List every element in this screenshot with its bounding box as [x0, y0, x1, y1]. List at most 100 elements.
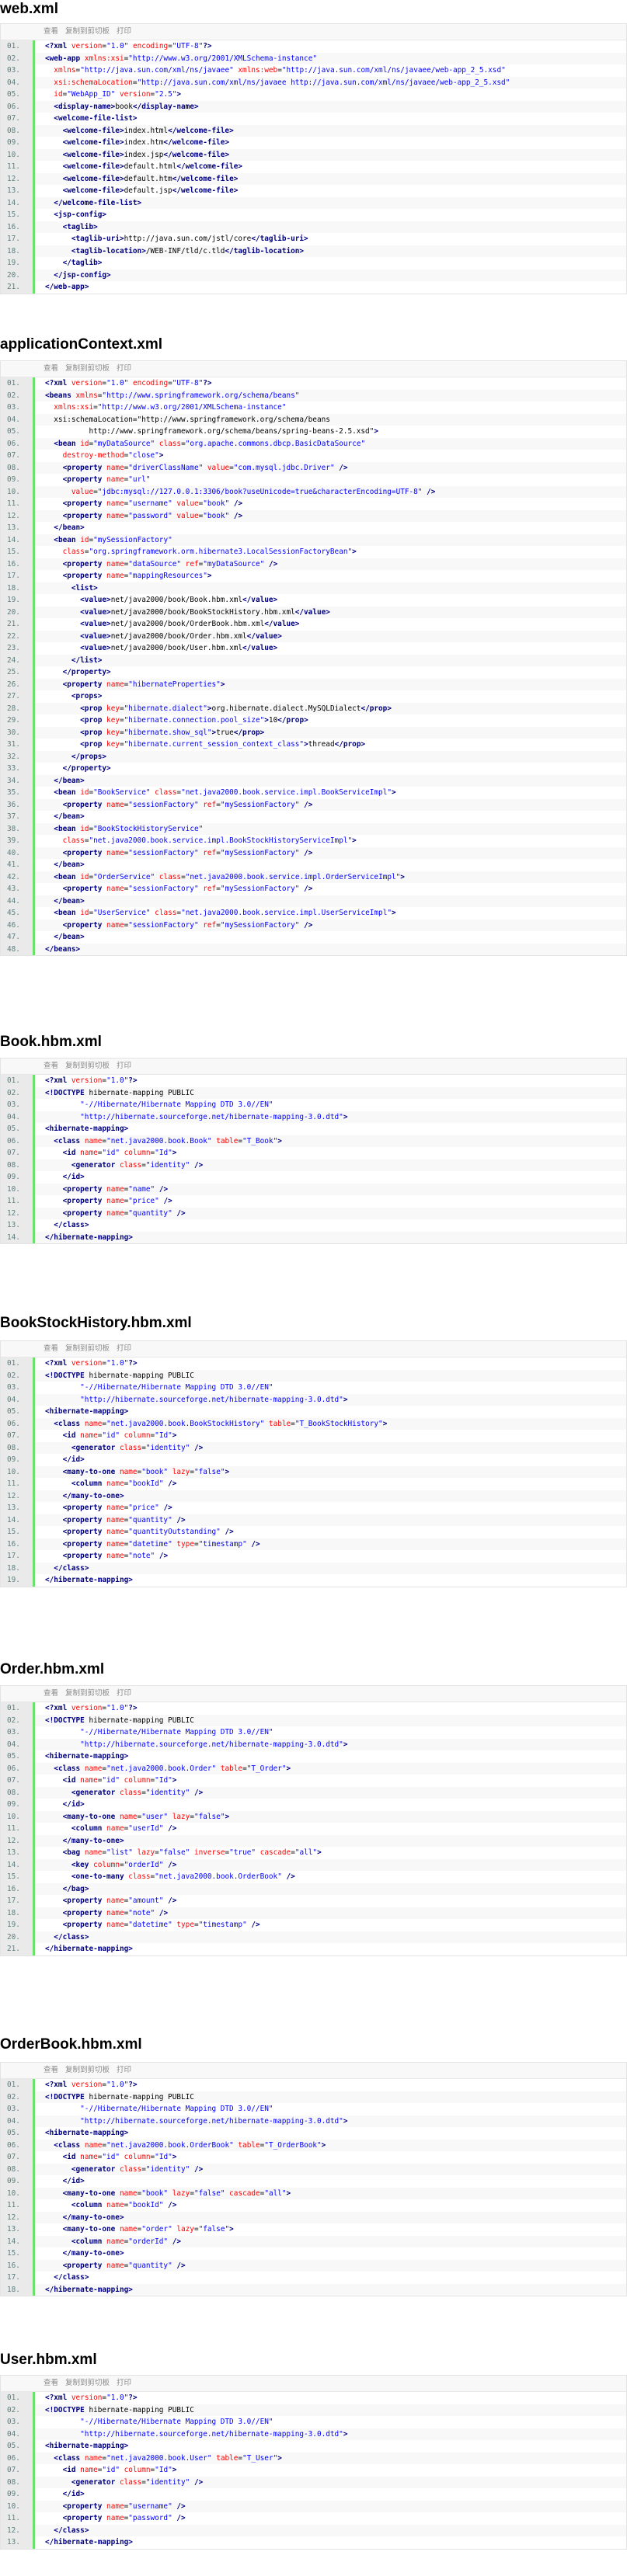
line-number: 44.: [1, 895, 35, 907]
copy-to-clipboard-link[interactable]: 复制到剪切板: [65, 27, 110, 36]
copy-to-clipboard-link[interactable]: 复制到剪切板: [65, 2066, 110, 2074]
print-link[interactable]: 打印: [117, 1062, 131, 1070]
code-text: </class>: [54, 1563, 89, 1573]
code-toolbar: 查看 复制到剪切板 打印: [1, 361, 626, 377]
copy-to-clipboard-link[interactable]: 复制到剪切板: [65, 1344, 110, 1353]
code-text: <property name="sessionFactory" ref="myS…: [62, 848, 313, 857]
code-line: 34. </bean>: [1, 774, 626, 787]
view-source-link[interactable]: 查看: [44, 1689, 58, 1698]
code-text: <id name="id" column="Id">: [62, 1776, 177, 1785]
code-line: 02. <!DOCTYPE hibernate-mapping PUBLIC: [1, 2091, 626, 2103]
line-number: 39.: [1, 835, 35, 847]
code-line: 42. <bean id="OrderService" class="net.j…: [1, 871, 626, 883]
code-line: 09. </id>: [1, 1799, 626, 1811]
code-text: <property name="sessionFactory" ref="myS…: [62, 800, 313, 809]
line-number: 19.: [1, 1919, 35, 1931]
line-number: 14.: [1, 1231, 35, 1243]
code-line: 11. <column name="bookId" />: [1, 2199, 626, 2212]
print-link[interactable]: 打印: [117, 2379, 131, 2387]
code-line: 18. </hibernate-mapping>: [1, 2283, 626, 2296]
code-line: 14. <property name="quantity" />: [1, 1514, 626, 1526]
code-line: 20. </jsp-config>: [1, 269, 626, 281]
view-source-link[interactable]: 查看: [44, 364, 58, 373]
line-number: 19.: [1, 257, 35, 269]
code-text: <many-to-one name="book" lazy="false" ca…: [62, 2188, 291, 2198]
line-number: 04.: [1, 413, 35, 426]
code-text: <!DOCTYPE hibernate-mapping PUBLIC: [45, 1088, 194, 1097]
line-number: 01.: [1, 1358, 35, 1370]
code-line: 18. <list>: [1, 582, 626, 594]
line-number: 28.: [1, 702, 35, 714]
code-line: 01. <?xml version="1.0"?>: [1, 1075, 626, 1087]
code-line: 01. <?xml version="1.0"?>: [1, 2392, 626, 2404]
code-text: <property name="username" />: [62, 2501, 186, 2511]
code-line: 47. </bean>: [1, 931, 626, 944]
line-number: 04.: [1, 1111, 35, 1123]
code-block: 查看 复制到剪切板 打印 01. <?xml version="1.0"?> 02. <!D…: [0, 2375, 627, 2550]
line-number: 05.: [1, 89, 35, 101]
print-link[interactable]: 打印: [117, 27, 131, 36]
code-line: 04. xsi:schemaLocation="http://www.sprin…: [1, 413, 626, 426]
code-line: 07. <id name="id" column="Id">: [1, 1147, 626, 1159]
code-line: 40. <property name="sessionFactory" ref=…: [1, 846, 626, 859]
line-number: 18.: [1, 1562, 35, 1574]
print-link[interactable]: 打印: [117, 1344, 131, 1353]
view-source-link[interactable]: 查看: [44, 1062, 58, 1070]
code-line: 28. <prop key="hibernate.dialect">org.hi…: [1, 702, 626, 714]
print-link[interactable]: 打印: [117, 2066, 131, 2074]
print-link[interactable]: 打印: [117, 1689, 131, 1698]
copy-to-clipboard-link[interactable]: 复制到剪切板: [65, 1689, 110, 1698]
code-text: <bean id="BookStockHistoryService": [54, 824, 204, 833]
line-number: 36.: [1, 798, 35, 811]
code-text: <display-name>book</display-name>: [54, 102, 199, 111]
code-text: </bean>: [54, 523, 85, 532]
code-text: <id name="id" column="Id">: [62, 1431, 177, 1440]
line-number: 02.: [1, 1086, 35, 1099]
code-line: 43. <property name="sessionFactory" ref=…: [1, 883, 626, 895]
line-number: 04.: [1, 2428, 35, 2440]
code-line: 13. <many-to-one name="order" lazy="fals…: [1, 2223, 626, 2236]
code-text: <web-app xmlns:xsi="http://www.w3.org/20…: [45, 54, 317, 63]
code-line: 02. <!DOCTYPE hibernate-mapping PUBLIC: [1, 1086, 626, 1099]
code-line: 48. </beans>: [1, 943, 626, 955]
line-number: 07.: [1, 1147, 35, 1159]
view-source-link[interactable]: 查看: [44, 1344, 58, 1353]
code-line: 16. </bag>: [1, 1882, 626, 1895]
view-source-link[interactable]: 查看: [44, 2379, 58, 2387]
code-text: </hibernate-mapping>: [45, 2285, 133, 2294]
view-source-link[interactable]: 查看: [44, 2066, 58, 2074]
code-line: 10. <many-to-one name="book" lazy="false…: [1, 2187, 626, 2199]
code-line: 08. <generator class="identity" />: [1, 1159, 626, 1171]
copy-to-clipboard-link[interactable]: 复制到剪切板: [65, 364, 110, 373]
code-text: <?xml version="1.0" encoding="UTF-8"?>: [45, 42, 212, 50]
code-text: </class>: [54, 2273, 89, 2282]
line-number: 16.: [1, 1538, 35, 1550]
copy-to-clipboard-link[interactable]: 复制到剪切板: [65, 2379, 110, 2387]
line-number: 03.: [1, 64, 35, 77]
code-lines: 01. <?xml version="1.0"?> 02. <!DOCTYPE hib…: [1, 2079, 626, 2296]
code-text: </jsp-config>: [54, 270, 111, 280]
code-text: "-//Hibernate/Hibernate Mapping DTD 3.0/…: [80, 1383, 273, 1392]
code-text: <generator class="identity" />: [71, 1160, 204, 1170]
code-text: <welcome-file>default.jsp</welcome-file>: [62, 186, 239, 195]
code-line: 19. </hibernate-mapping>: [1, 1574, 626, 1587]
code-text: </bean>: [54, 896, 85, 906]
code-text: <prop key="hibernate.connection.pool_siz…: [80, 716, 308, 725]
code-text: <property name="sessionFactory" ref="myS…: [62, 920, 313, 930]
code-lines: 01. <?xml version="1.0" encoding="UTF-8"?…: [1, 40, 626, 294]
line-number: 05.: [1, 1123, 35, 1135]
copy-to-clipboard-link[interactable]: 复制到剪切板: [65, 1062, 110, 1070]
print-link[interactable]: 打印: [117, 364, 131, 373]
line-number: 30.: [1, 726, 35, 739]
code-line: 14. <column name="orderId" />: [1, 2235, 626, 2247]
line-number: 38.: [1, 822, 35, 835]
code-line: 09. </id>: [1, 1454, 626, 1466]
view-source-link[interactable]: 查看: [44, 27, 58, 36]
line-number: 06.: [1, 2139, 35, 2151]
code-line: 10. <welcome-file>index.jsp</welcome-fil…: [1, 148, 626, 161]
line-number: 07.: [1, 450, 35, 462]
code-text: "-//Hibernate/Hibernate Mapping DTD 3.0/…: [80, 2418, 273, 2426]
line-number: 11.: [1, 161, 35, 173]
section-title: web.xml: [0, 1, 58, 17]
code-text: </bag>: [62, 1884, 89, 1893]
